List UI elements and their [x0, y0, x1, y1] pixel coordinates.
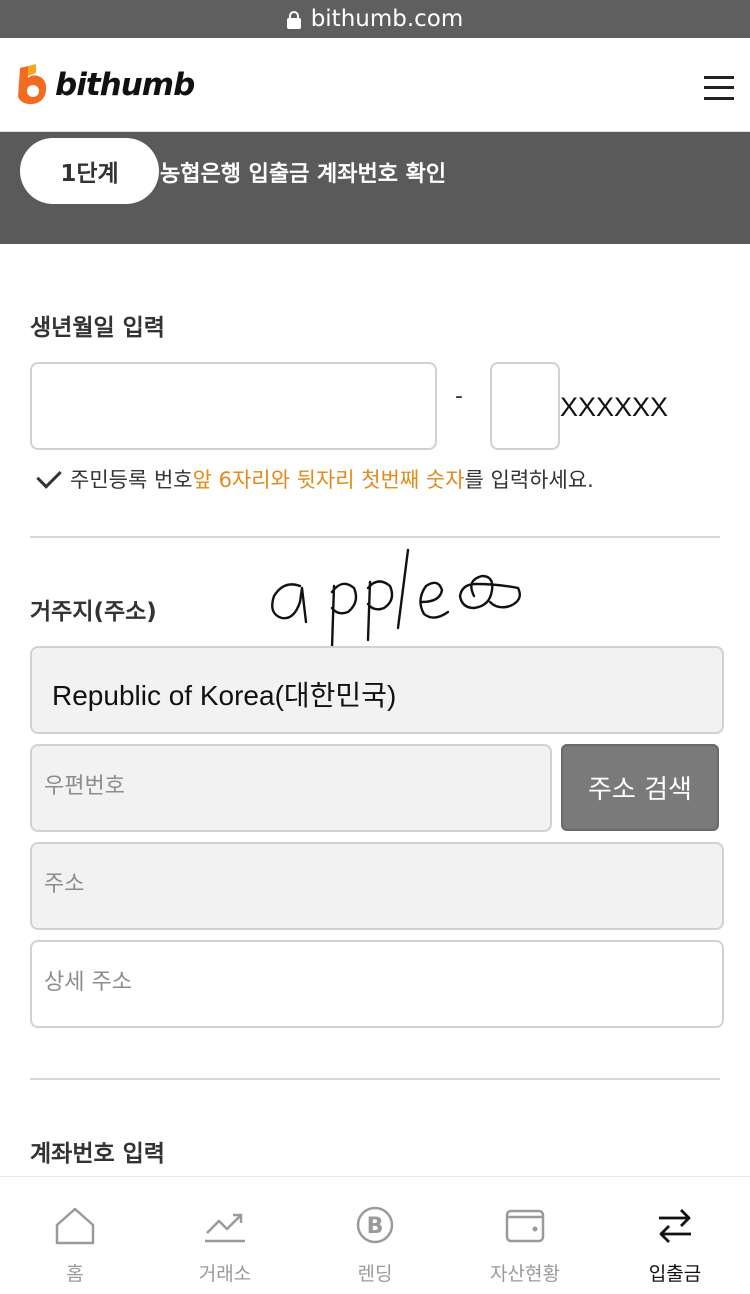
zipcode-placeholder: 우편번호: [44, 774, 125, 799]
hint-prefix: 주민등록 번호: [70, 468, 193, 492]
browser-url-bar[interactable]: bithumb.com: [0, 0, 750, 38]
detail-address-placeholder: 상세 주소: [44, 970, 132, 995]
bitcoin-coin-icon: B: [356, 1206, 394, 1244]
birth-date-input[interactable]: [30, 362, 437, 450]
hint-suffix: 를 입력하세요.: [464, 468, 594, 492]
address-search-button[interactable]: 주소 검색: [561, 744, 719, 831]
app-header: bithumb: [0, 38, 750, 132]
checkmark-icon: [36, 463, 62, 489]
country-field[interactable]: Republic of Korea(대한민국): [30, 646, 724, 734]
hamburger-menu-icon[interactable]: [704, 76, 734, 100]
nav-item-home[interactable]: 홈: [0, 1177, 150, 1294]
nav-label-lending: 렌딩: [357, 1263, 393, 1285]
birth-section-title: 생년월일 입력: [30, 315, 165, 341]
step-title: 농협은행 입출금 계좌번호 확인: [160, 162, 447, 187]
nav-item-assets[interactable]: 자산현황: [450, 1177, 600, 1294]
bithumb-logo[interactable]: bithumb: [14, 64, 195, 106]
id-separator: -: [455, 384, 463, 409]
nav-label-deposit-withdraw: 입출금: [648, 1263, 702, 1285]
step-badge: 1단계: [20, 138, 159, 204]
birth-hint: 주민등록 번호 앞 6자리와 뒷자리 첫번째 숫자 를 입력하세요.: [36, 463, 594, 494]
bithumb-logo-icon: [18, 64, 47, 105]
hint-highlight: 앞 6자리와 뒷자리 첫번째 숫자: [192, 468, 465, 492]
account-section-title: 계좌번호 입력: [30, 1141, 165, 1167]
section-divider: [30, 536, 720, 538]
masked-id-digits: XXXXXX: [560, 392, 669, 422]
transfer-arrows-icon: [659, 1209, 691, 1243]
country-value: Republic of Korea(대한민국): [52, 680, 397, 711]
chart-trend-icon: [205, 1213, 245, 1243]
url-text: bithumb.com: [310, 6, 464, 32]
handwritten-annotation-icon: [271, 548, 521, 650]
zipcode-input[interactable]: 우편번호: [30, 744, 552, 832]
nav-label-exchange: 거래소: [198, 1263, 252, 1285]
step-banner: 1단계 농협은행 입출금 계좌번호 확인: [0, 132, 750, 244]
nav-item-lending[interactable]: B 렌딩: [300, 1177, 450, 1294]
nav-item-deposit-withdraw[interactable]: 입출금: [600, 1177, 750, 1294]
nav-label-home: 홈: [66, 1263, 84, 1285]
wallet-icon: [505, 1209, 545, 1243]
detail-address-input[interactable]: 상세 주소: [30, 940, 724, 1028]
logo-text: bithumb: [55, 67, 195, 103]
id-first-digit-input[interactable]: [490, 362, 560, 450]
svg-text:B: B: [367, 1214, 384, 1239]
nav-label-assets: 자산현황: [490, 1263, 560, 1285]
nav-item-exchange[interactable]: 거래소: [150, 1177, 300, 1294]
bottom-nav: 홈 거래소 B 렌딩 자산현황 입출금: [0, 1176, 750, 1294]
home-icon: [55, 1207, 95, 1245]
address-section-title: 거주지(주소): [30, 599, 157, 625]
section-divider: [30, 1078, 720, 1080]
address-placeholder: 주소: [44, 872, 85, 897]
address-input[interactable]: 주소: [30, 842, 724, 930]
lock-icon: [286, 11, 301, 29]
